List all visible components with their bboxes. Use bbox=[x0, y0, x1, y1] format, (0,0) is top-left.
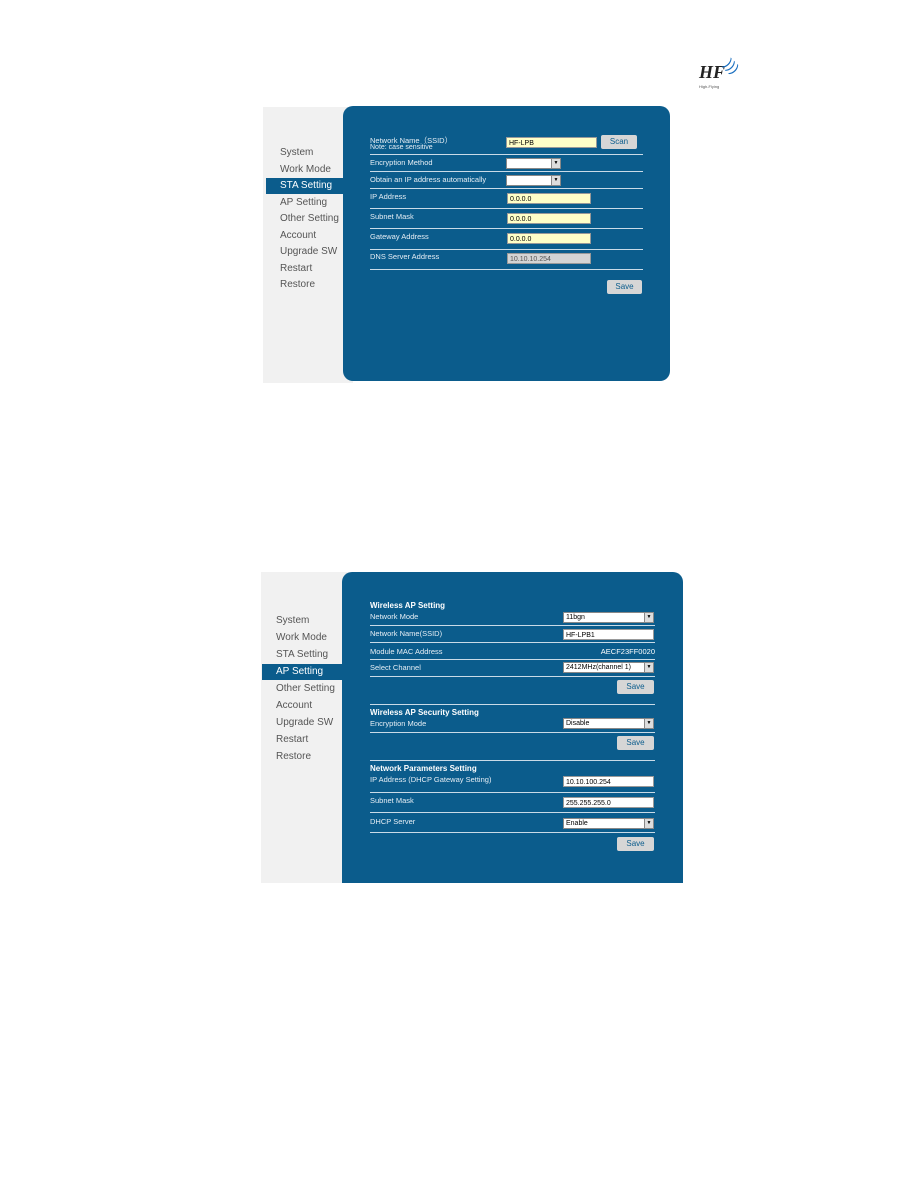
network-save-button[interactable]: Save bbox=[617, 837, 654, 851]
mode-select[interactable]: 11bgn ▼ bbox=[563, 612, 654, 623]
menu-sta-setting[interactable]: STA Setting bbox=[262, 647, 342, 663]
menu-restore[interactable]: Restore bbox=[262, 749, 342, 765]
dns-label: DNS Server Address bbox=[370, 252, 440, 261]
logo-subtext: High-Flying bbox=[699, 84, 720, 89]
dropdown-arrow-icon: ▼ bbox=[644, 719, 653, 728]
ssid-note: Note: case sensitive bbox=[370, 144, 433, 151]
dropdown-arrow-icon: ▼ bbox=[644, 819, 653, 828]
ap-ip-label: IP Address (DHCP Gateway Setting) bbox=[370, 775, 492, 784]
channel-label: Select Channel bbox=[370, 663, 421, 672]
ap-ssid-input[interactable]: HF-LPB1 bbox=[563, 629, 654, 640]
security-save-button[interactable]: Save bbox=[617, 736, 654, 750]
mask-label: Subnet Mask bbox=[370, 212, 414, 221]
menu-restart[interactable]: Restart bbox=[262, 732, 342, 748]
ip-input[interactable]: 0.0.0.0 bbox=[507, 193, 591, 204]
menu-account[interactable]: Account bbox=[262, 698, 342, 714]
network-params-heading: Network Parameters Setting bbox=[370, 764, 477, 773]
encryption-label: Encryption Method bbox=[370, 158, 433, 167]
mode-label: Network Mode bbox=[370, 612, 419, 621]
ap-mask-input[interactable]: 255.255.255.0 bbox=[563, 797, 654, 808]
ap-ssid-label: Network Name(SSID) bbox=[370, 629, 443, 638]
menu-upgrade-sw[interactable]: Upgrade SW bbox=[262, 715, 342, 731]
ap-mask-label: Subnet Mask bbox=[370, 796, 414, 805]
menu-system[interactable]: System bbox=[266, 145, 343, 161]
menu-system[interactable]: System bbox=[262, 613, 342, 629]
encryption-select[interactable]: ▼ bbox=[506, 158, 561, 169]
mask-input[interactable]: 0.0.0.0 bbox=[507, 213, 591, 224]
scan-button[interactable]: Scan bbox=[601, 135, 637, 149]
dhcp-label: Obtain an IP address automatically bbox=[370, 175, 487, 184]
dropdown-arrow-icon: ▼ bbox=[644, 613, 653, 622]
menu-restore[interactable]: Restore bbox=[266, 277, 343, 293]
ssid-input[interactable]: HF-LPB bbox=[506, 137, 597, 148]
channel-select[interactable]: 2412MHz(channel 1) ▼ bbox=[563, 662, 654, 673]
enc-select[interactable]: Disable ▼ bbox=[563, 718, 654, 729]
ap-save-button[interactable]: Save bbox=[617, 680, 654, 694]
menu-restart[interactable]: Restart bbox=[266, 261, 343, 277]
wireless-ap-heading: Wireless AP Setting bbox=[370, 601, 446, 610]
menu-other-setting[interactable]: Other Setting bbox=[266, 211, 343, 227]
mac-label: Module MAC Address bbox=[370, 647, 443, 656]
sta-save-button[interactable]: Save bbox=[607, 280, 642, 294]
dropdown-arrow-icon: ▼ bbox=[551, 176, 560, 185]
dhcp-select[interactable]: ▼ bbox=[506, 175, 561, 186]
dns-input: 10.10.10.254 bbox=[507, 253, 591, 264]
dhcp-server-label: DHCP Server bbox=[370, 817, 416, 826]
menu-sta-setting[interactable]: STA Setting bbox=[266, 178, 343, 194]
hf-logo: HF ))) High-Flying bbox=[695, 55, 745, 94]
ip-label: IP Address bbox=[370, 192, 407, 201]
menu-upgrade-sw[interactable]: Upgrade SW bbox=[266, 244, 343, 260]
enc-label: Encryption Mode bbox=[370, 719, 427, 728]
menu-other-setting[interactable]: Other Setting bbox=[262, 681, 342, 697]
menu-work-mode[interactable]: Work Mode bbox=[262, 630, 342, 646]
dhcp-server-select[interactable]: Enable ▼ bbox=[563, 818, 654, 829]
mac-value: AECF23FF0020 bbox=[600, 647, 655, 656]
menu-account[interactable]: Account bbox=[266, 228, 343, 244]
dropdown-arrow-icon: ▼ bbox=[551, 159, 560, 168]
dropdown-arrow-icon: ▼ bbox=[644, 663, 653, 672]
menu-work-mode[interactable]: Work Mode bbox=[266, 162, 343, 178]
security-heading: Wireless AP Security Setting bbox=[370, 708, 479, 717]
ap-ip-input[interactable]: 10.10.100.254 bbox=[563, 776, 654, 787]
gateway-label: Gateway Address bbox=[370, 232, 429, 241]
gateway-input[interactable]: 0.0.0.0 bbox=[507, 233, 591, 244]
menu-ap-setting[interactable]: AP Setting bbox=[266, 195, 343, 211]
menu-ap-setting[interactable]: AP Setting bbox=[262, 664, 342, 680]
